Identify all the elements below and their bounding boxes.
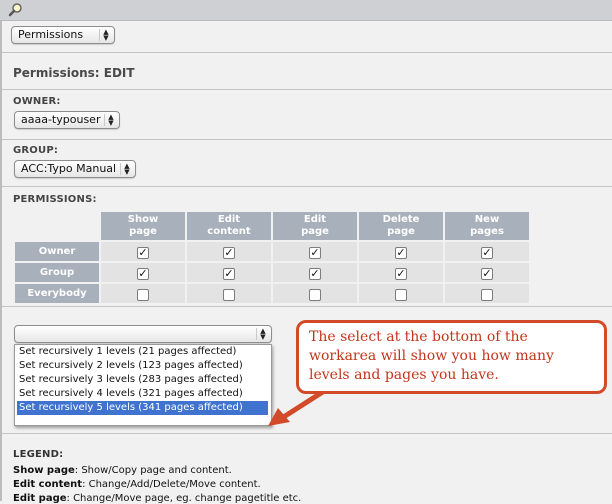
row-header-everybody: Everybody xyxy=(15,284,99,303)
group-label: GROUP: xyxy=(13,145,59,156)
divider xyxy=(2,433,612,434)
group-select[interactable]: ACC:Typo Manual ▲ ▼ xyxy=(14,160,136,178)
legend-term: Edit page xyxy=(13,493,67,504)
dropdown-option[interactable]: Set recursively 3 levels (283 pages affe… xyxy=(15,373,271,387)
legend-term: Show page xyxy=(13,465,75,476)
checkbox[interactable]: ✓ xyxy=(223,267,235,280)
legend-item: Edit page: Change/Move page, eg. change … xyxy=(13,493,301,504)
column-header-line: Delete xyxy=(382,214,420,225)
select-arrows-icon: ▲ ▼ xyxy=(104,114,117,127)
legend-desc: : Change/Add/Delete/Move content. xyxy=(82,479,261,490)
column-header-edit-page: Edit page xyxy=(273,212,357,240)
divider xyxy=(2,89,612,90)
recursive-options-list: Set recursively 1 levels (21 pages affec… xyxy=(14,344,272,426)
divider xyxy=(2,186,612,187)
divider xyxy=(2,306,612,307)
checkbox[interactable]: ✓ xyxy=(309,267,321,280)
owner-select[interactable]: aaaa-typouser ▲ ▼ xyxy=(14,111,120,129)
select-arrows-icon: ▲ ▼ xyxy=(99,29,112,42)
column-header-line: page xyxy=(387,226,415,237)
checkbox[interactable]: ✓ xyxy=(395,267,407,280)
legend-desc: : Change/Move page, eg. change pagetitle… xyxy=(66,493,302,504)
permission-row-group: Group ✓ ✓ ✓ ✓ ✓ xyxy=(15,263,529,282)
row-header-owner: Owner xyxy=(15,242,99,261)
legend-label: LEGEND: xyxy=(13,449,64,460)
checkbox[interactable]: ✓ xyxy=(223,246,235,259)
column-header-line: Edit xyxy=(303,214,327,225)
owner-select-value: aaaa-typouser xyxy=(21,113,101,126)
column-header-line: page xyxy=(129,226,157,237)
checkbox[interactable] xyxy=(223,288,235,301)
checkbox[interactable]: ✓ xyxy=(395,246,407,259)
module-select-value: Permissions xyxy=(18,28,84,41)
column-header-line: pages xyxy=(470,226,504,237)
column-header-delete-page: Delete page xyxy=(359,212,443,240)
page-title: Permissions: EDIT xyxy=(13,66,135,80)
checkbox[interactable] xyxy=(309,288,321,301)
column-header-line: page xyxy=(301,226,329,237)
checkbox[interactable] xyxy=(395,288,407,301)
column-header-line: New xyxy=(474,214,500,225)
checkbox[interactable]: ✓ xyxy=(137,267,149,280)
corner-cell xyxy=(15,212,99,240)
divider xyxy=(2,52,612,53)
recursive-select[interactable]: ▲ ▼ xyxy=(14,325,272,343)
checkbox[interactable]: ✓ xyxy=(481,246,493,259)
checkbox[interactable] xyxy=(137,288,149,301)
column-header-line: content xyxy=(207,226,251,237)
column-header-show-page: Show page xyxy=(101,212,185,240)
column-header-line: Edit xyxy=(217,214,241,225)
column-header-new-pages: New pages xyxy=(445,212,529,240)
divider xyxy=(2,139,612,140)
dropdown-option[interactable]: Set recursively 4 levels (321 pages affe… xyxy=(15,387,271,401)
top-toolbar xyxy=(0,0,612,21)
magnifier-icon[interactable] xyxy=(8,2,24,18)
column-header-edit-content: Edit content xyxy=(187,212,271,240)
select-arrows-icon: ▲ ▼ xyxy=(120,163,133,176)
left-border xyxy=(0,0,2,501)
legend-item: Edit content: Change/Add/Delete/Move con… xyxy=(13,479,261,490)
row-header-group: Group xyxy=(15,263,99,282)
checkbox[interactable]: ✓ xyxy=(137,246,149,259)
checkbox[interactable]: ✓ xyxy=(309,246,321,259)
permission-row-everybody: Everybody xyxy=(15,284,529,303)
column-header-line: Show xyxy=(127,214,159,225)
permissions-table: Show page Edit content Edit page Delete page… xyxy=(13,210,531,305)
checkbox[interactable]: ✓ xyxy=(481,267,493,280)
permission-row-owner: Owner ✓ ✓ ✓ ✓ ✓ xyxy=(15,242,529,261)
dropdown-option[interactable]: Set recursively 2 levels (123 pages affe… xyxy=(15,359,271,373)
legend-desc: : Show/Copy page and content. xyxy=(74,465,232,476)
callout-note: The select at the bottom of the workarea… xyxy=(296,320,607,394)
owner-label: OWNER: xyxy=(13,96,61,107)
dropdown-option[interactable]: Set recursively 5 levels (341 pages affe… xyxy=(17,401,268,415)
checkbox[interactable] xyxy=(481,288,493,301)
select-arrows-icon: ▲ ▼ xyxy=(256,328,269,341)
module-select[interactable]: Permissions ▲ ▼ xyxy=(11,26,115,44)
dropdown-option[interactable]: Set recursively 1 levels (21 pages affec… xyxy=(15,345,271,359)
permissions-header-row: Show page Edit content Edit page Delete page… xyxy=(15,212,529,240)
legend-term: Edit content xyxy=(13,479,83,490)
legend-item: Show page: Show/Copy page and content. xyxy=(13,465,232,476)
permissions-label: PERMISSIONS: xyxy=(13,194,97,205)
group-select-value: ACC:Typo Manual xyxy=(21,162,117,175)
